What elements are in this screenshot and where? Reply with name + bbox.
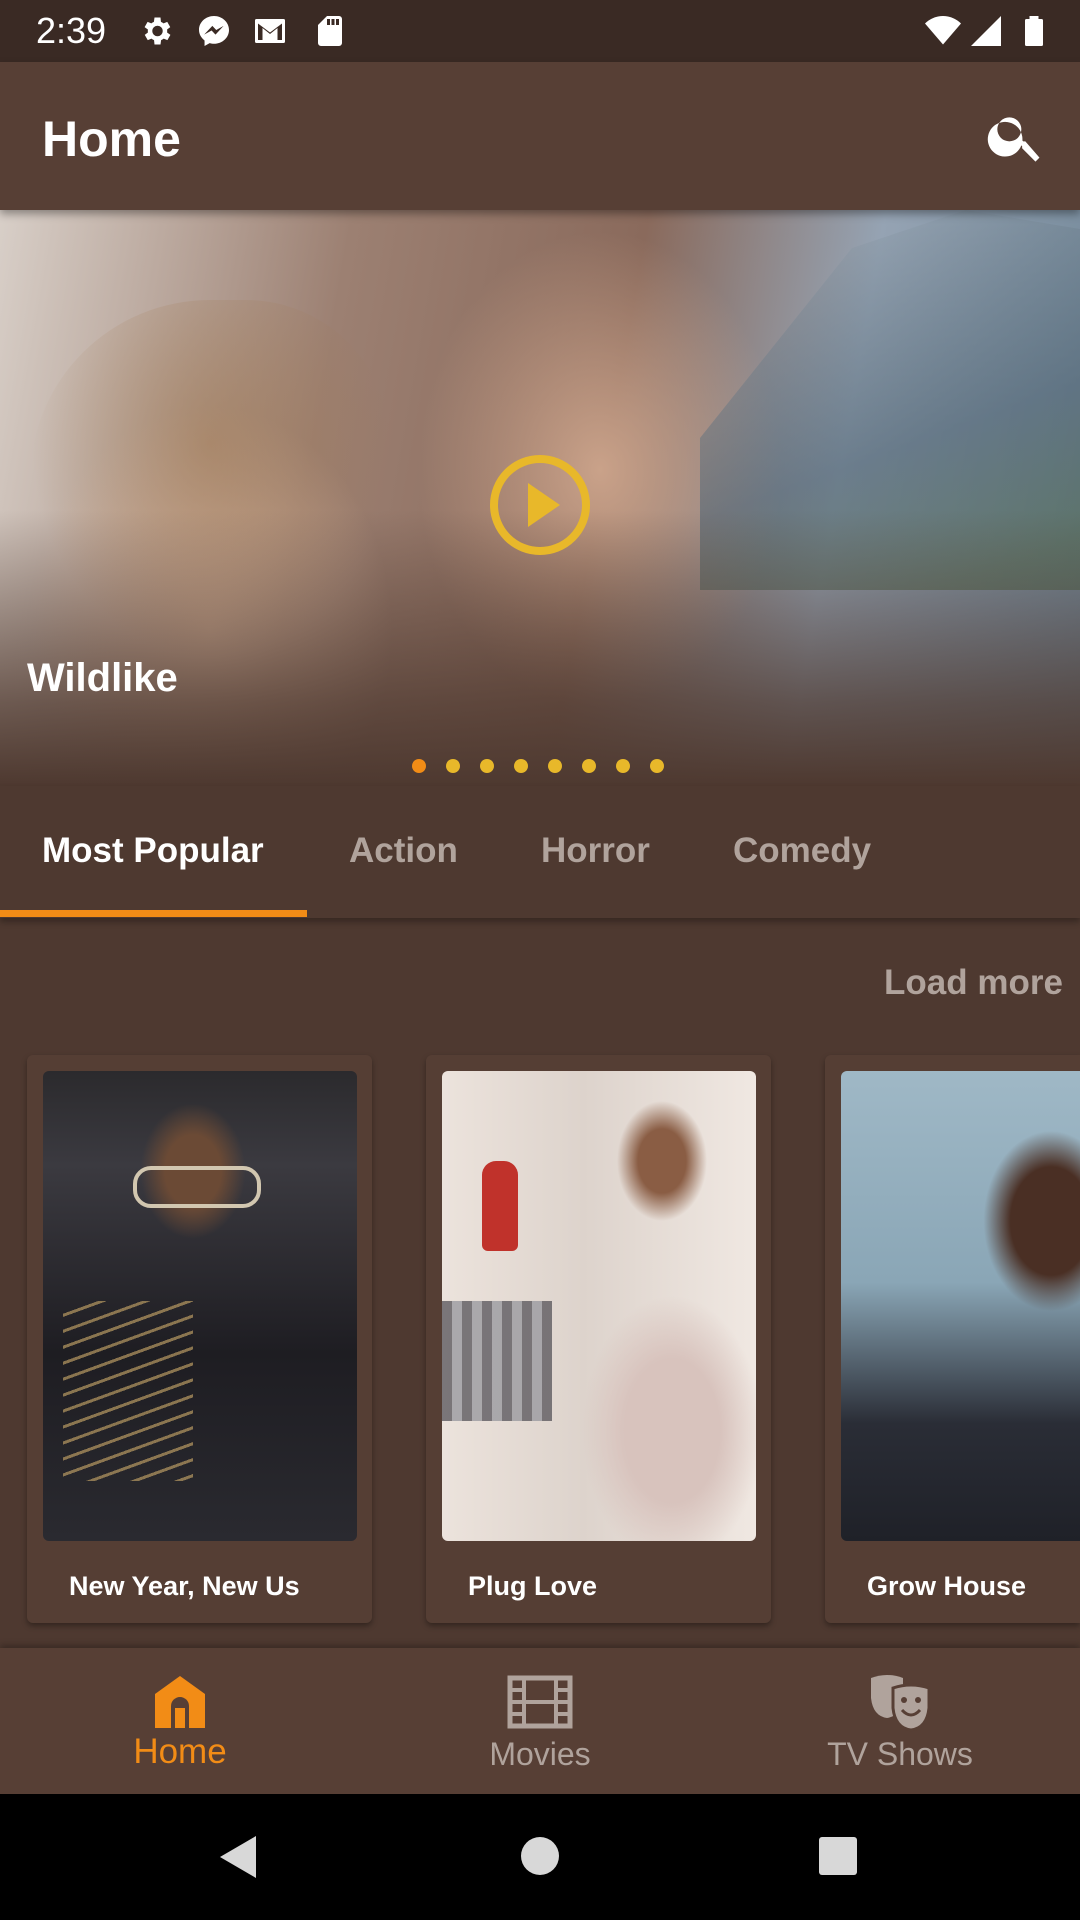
status-bar: 2:39 (0, 0, 1080, 62)
featured-banner[interactable]: Wildlike (0, 210, 1080, 785)
load-more-button[interactable]: Load more (884, 962, 1063, 1004)
nav-tv-shows-label: TV Shows (827, 1736, 973, 1772)
search-icon[interactable] (984, 104, 1048, 168)
banner-title: Wildlike (27, 656, 178, 700)
movie-title: Plug Love (468, 1571, 598, 1601)
movie-poster (442, 1071, 756, 1541)
gmail-icon (255, 19, 285, 43)
bottom-navigation: Home Movies TV Shows (0, 1648, 1080, 1794)
poster-detail (442, 1301, 552, 1421)
messenger-icon (199, 16, 229, 46)
carousel-dot[interactable] (446, 759, 460, 773)
movie-card[interactable]: Grow House (825, 1055, 1080, 1623)
recents-square-icon[interactable] (818, 1836, 858, 1876)
tab-indicator (0, 910, 307, 917)
carousel-dot[interactable] (548, 759, 562, 773)
poster-detail (63, 1301, 193, 1481)
movie-title: Grow House (867, 1571, 1027, 1601)
nav-home-label: Home (133, 1732, 227, 1771)
back-triangle-icon[interactable] (216, 1834, 260, 1880)
carousel-dot[interactable] (582, 759, 596, 773)
page-title: Home (42, 111, 181, 167)
app-bar: Home (0, 62, 1080, 210)
carousel-dot[interactable] (616, 759, 630, 773)
tab-comedy[interactable]: Comedy (733, 830, 871, 872)
system-navigation-bar (0, 1794, 1080, 1920)
tab-action[interactable]: Action (349, 830, 458, 872)
carousel-indicator (412, 759, 664, 773)
sd-card-icon (318, 16, 342, 46)
movie-poster (43, 1071, 357, 1541)
theater-masks-icon (871, 1675, 931, 1732)
movie-poster (841, 1071, 1080, 1541)
poster-detail (482, 1161, 518, 1251)
play-circle-icon[interactable] (488, 453, 592, 557)
category-tabs: Most Popular Action Horror Comedy (0, 786, 1080, 918)
tab-horror[interactable]: Horror (541, 830, 650, 872)
wifi-icon (925, 16, 961, 45)
carousel-dot[interactable] (650, 759, 664, 773)
battery-icon (1025, 16, 1043, 46)
nav-movies[interactable]: Movies (360, 1648, 720, 1794)
movie-card[interactable]: New Year, New Us (27, 1055, 372, 1623)
status-time: 2:39 (36, 10, 107, 51)
film-icon (507, 1675, 573, 1729)
poster-detail (133, 1166, 261, 1208)
carousel-dot[interactable] (480, 759, 494, 773)
home-circle-icon[interactable] (520, 1836, 560, 1876)
settings-gear-icon (144, 17, 171, 45)
nav-home[interactable]: Home (0, 1648, 360, 1794)
nav-movies-label: Movies (489, 1736, 591, 1772)
signal-icon (971, 16, 1001, 46)
nav-tv-shows[interactable]: TV Shows (720, 1648, 1080, 1794)
movie-card[interactable]: Plug Love (426, 1055, 771, 1623)
home-icon (155, 1676, 205, 1728)
tab-most-popular[interactable]: Most Popular (42, 830, 264, 872)
carousel-dot[interactable] (514, 759, 528, 773)
movie-title: New Year, New Us (69, 1571, 300, 1601)
carousel-dot[interactable] (412, 759, 426, 773)
